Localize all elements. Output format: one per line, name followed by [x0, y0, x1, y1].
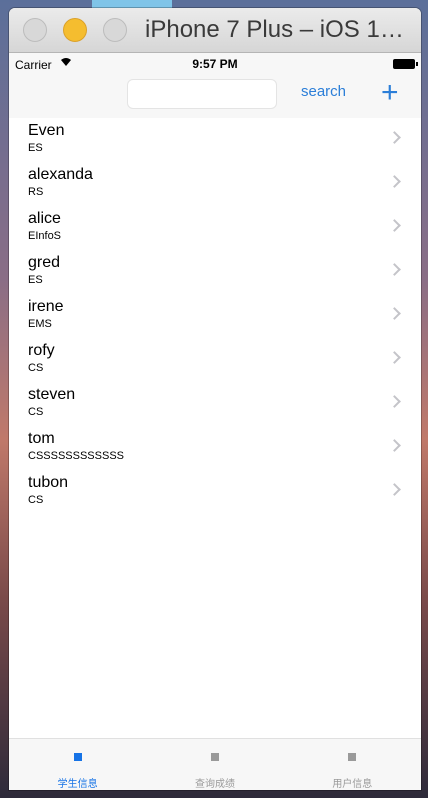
student-row[interactable]: tubon CS: [9, 470, 421, 514]
student-row[interactable]: tom CSSSSSSSSSSSS: [9, 426, 421, 470]
student-name: rofy: [28, 342, 55, 359]
student-name: tom: [28, 430, 55, 447]
close-window-button[interactable]: [23, 18, 47, 42]
student-row[interactable]: irene EMS: [9, 294, 421, 338]
student-name: steven: [28, 386, 76, 403]
window-title: iPhone 7 Plus – iOS 10.3 (14E269): [145, 16, 415, 43]
student-dept: EMS: [28, 318, 52, 330]
chevron-right-icon: [388, 131, 401, 144]
tab-label: 学生信息: [57, 779, 98, 790]
student-dept: ES: [28, 142, 43, 154]
chevron-right-icon: [388, 483, 401, 496]
search-button[interactable]: search: [301, 83, 346, 100]
student-dept: CSSSSSSSSSSSS: [28, 450, 124, 462]
student-dept: RS: [28, 186, 44, 198]
navigation-bar: search +: [9, 75, 421, 118]
student-row[interactable]: alice EInfoS: [9, 206, 421, 250]
chevron-right-icon: [388, 175, 401, 188]
student-dept: CS: [28, 362, 44, 374]
chevron-right-icon: [388, 439, 401, 452]
student-list: Even ES alexanda RS alice EInfoS gred ES irene EM…: [9, 118, 421, 514]
student-row[interactable]: alexanda RS: [9, 162, 421, 206]
status-bar: Carrier 9:57 PM: [9, 53, 421, 75]
student-dept: CS: [28, 494, 44, 506]
student-name: alice: [28, 210, 61, 227]
add-student-button[interactable]: +: [381, 78, 399, 108]
chevron-right-icon: [388, 395, 401, 408]
tab-1[interactable]: 学生信息: [9, 739, 146, 790]
student-row[interactable]: Even ES: [9, 118, 421, 162]
chevron-right-icon: [388, 351, 401, 364]
chevron-right-icon: [388, 307, 401, 320]
simulator-window: iPhone 7 Plus – iOS 10.3 (14E269) Carrie…: [9, 8, 421, 790]
tab-square-icon: [210, 753, 219, 761]
tab-2[interactable]: 查询成绩: [146, 739, 283, 790]
student-name: tubon: [28, 474, 69, 491]
search-input[interactable]: [127, 79, 277, 109]
battery-icon: [393, 59, 418, 69]
student-name: alexanda: [28, 166, 93, 183]
tab-square-icon: [348, 753, 357, 761]
tab-3[interactable]: 用户信息: [284, 739, 421, 790]
student-dept: CS: [28, 406, 44, 418]
student-row[interactable]: rofy CS: [9, 338, 421, 382]
minimize-window-button[interactable]: [63, 18, 87, 42]
student-dept: EInfoS: [28, 230, 62, 242]
student-dept: ES: [28, 274, 43, 286]
chevron-right-icon: [388, 263, 401, 276]
student-name: gred: [28, 254, 61, 271]
student-row[interactable]: gred ES: [9, 250, 421, 294]
student-name: irene: [28, 298, 64, 315]
window-titlebar: iPhone 7 Plus – iOS 10.3 (14E269): [9, 8, 421, 53]
zoom-window-button[interactable]: [103, 18, 127, 42]
tab-label: 查询成绩: [194, 779, 235, 790]
desktop-accent: [92, 0, 172, 8]
student-name: Even: [28, 122, 65, 139]
status-time: 9:57 PM: [192, 57, 238, 71]
tab-bar: 学生信息 查询成绩 用户信息: [9, 738, 421, 790]
tab-square-icon: [73, 753, 82, 761]
student-row[interactable]: steven CS: [9, 382, 421, 426]
chevron-right-icon: [388, 219, 401, 232]
tab-label: 用户信息: [332, 779, 373, 790]
